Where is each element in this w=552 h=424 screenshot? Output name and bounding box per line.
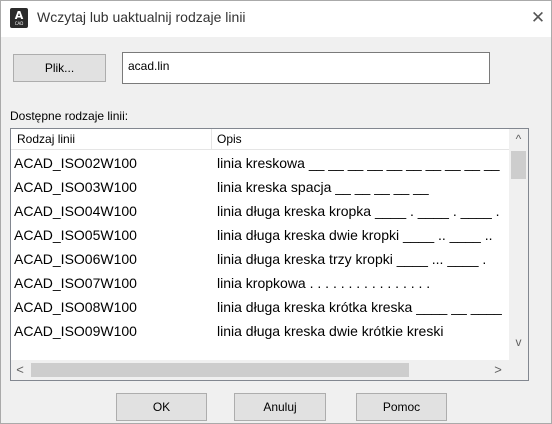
linetype-name: ACAD_ISO06W100 bbox=[14, 251, 137, 267]
linetype-description: linia kreskowa __ __ __ __ __ __ __ __ _… bbox=[217, 155, 500, 171]
scroll-up-icon[interactable]: ^ bbox=[509, 131, 528, 148]
scroll-left-icon[interactable]: < bbox=[11, 360, 29, 380]
list-item[interactable]: ACAD_ISO04W100 linia długa kreska kropka… bbox=[11, 200, 509, 224]
list-item[interactable]: ACAD_ISO09W100 linia długa kreska dwie k… bbox=[11, 320, 509, 340]
linetype-list[interactable]: Rodzaj linii Opis ACAD_ISO02W100 linia k… bbox=[10, 128, 529, 381]
list-item[interactable]: ACAD_ISO05W100 linia długa kreska dwie k… bbox=[11, 224, 509, 248]
linetype-name: ACAD_ISO07W100 bbox=[14, 275, 137, 291]
linetype-description: linia długa kreska dwie krótkie kreski bbox=[217, 323, 444, 339]
list-item[interactable]: ACAD_ISO08W100 linia długa kreska krótka… bbox=[11, 296, 509, 320]
load-linetypes-dialog: A CAD Wczytaj lub uaktualnij rodzaje lin… bbox=[0, 0, 552, 424]
vertical-scrollbar[interactable]: ^ v bbox=[509, 129, 528, 360]
linetype-description: linia długa kreska trzy kropki ____ ... … bbox=[217, 251, 487, 267]
linetype-description: linia kropkowa . . . . . . . . . . . . .… bbox=[217, 275, 431, 291]
close-icon[interactable]: ✕ bbox=[527, 7, 549, 29]
ok-button[interactable]: OK bbox=[116, 393, 207, 421]
linetype-name: ACAD_ISO04W100 bbox=[14, 203, 137, 219]
vertical-scroll-thumb[interactable] bbox=[511, 151, 526, 179]
title-bar: A CAD Wczytaj lub uaktualnij rodzaje lin… bbox=[1, 1, 551, 37]
linetype-description: linia długa kreska dwie kropki ____ .. _… bbox=[217, 227, 493, 243]
list-item[interactable]: ACAD_ISO03W100 linia kreska spacja __ __… bbox=[11, 176, 509, 200]
linetype-name: ACAD_ISO05W100 bbox=[14, 227, 137, 243]
linetype-description: linia długa kreska krótka kreska ____ __… bbox=[217, 299, 502, 315]
file-name-field[interactable]: acad.lin bbox=[122, 52, 490, 84]
horizontal-scroll-thumb[interactable] bbox=[31, 363, 409, 377]
linetype-description: linia kreska spacja __ __ __ __ __ bbox=[217, 179, 429, 195]
horizontal-scrollbar[interactable]: < > bbox=[11, 360, 528, 380]
list-item[interactable]: ACAD_ISO06W100 linia długa kreska trzy k… bbox=[11, 248, 509, 272]
linetype-name: ACAD_ISO09W100 bbox=[14, 323, 137, 339]
linetype-description: linia długa kreska kropka ____ . ____ . … bbox=[217, 203, 500, 219]
scroll-down-icon[interactable]: v bbox=[509, 334, 528, 351]
available-linetypes-label: Dostępne rodzaje linii: bbox=[10, 109, 129, 123]
scrollbar-corner bbox=[509, 360, 528, 380]
list-item[interactable]: ACAD_ISO02W100 linia kreskowa __ __ __ _… bbox=[11, 152, 509, 176]
list-header: Rodzaj linii Opis bbox=[11, 129, 509, 150]
list-item[interactable]: ACAD_ISO07W100 linia kropkowa . . . . . … bbox=[11, 272, 509, 296]
file-button[interactable]: Plik... bbox=[13, 54, 106, 82]
linetype-name: ACAD_ISO03W100 bbox=[14, 179, 137, 195]
linetype-name: ACAD_ISO08W100 bbox=[14, 299, 137, 315]
cancel-button[interactable]: Anuluj bbox=[234, 393, 326, 421]
linetype-name: ACAD_ISO02W100 bbox=[14, 155, 137, 171]
help-button[interactable]: Pomoc bbox=[356, 393, 447, 421]
column-header-description[interactable]: Opis bbox=[217, 132, 242, 146]
autocad-app-icon: A CAD bbox=[10, 8, 28, 28]
column-divider[interactable] bbox=[211, 129, 212, 150]
scroll-right-icon[interactable]: > bbox=[489, 360, 507, 380]
window-title: Wczytaj lub uaktualnij rodzaje linii bbox=[37, 9, 246, 25]
column-header-linetype[interactable]: Rodzaj linii bbox=[17, 132, 75, 146]
